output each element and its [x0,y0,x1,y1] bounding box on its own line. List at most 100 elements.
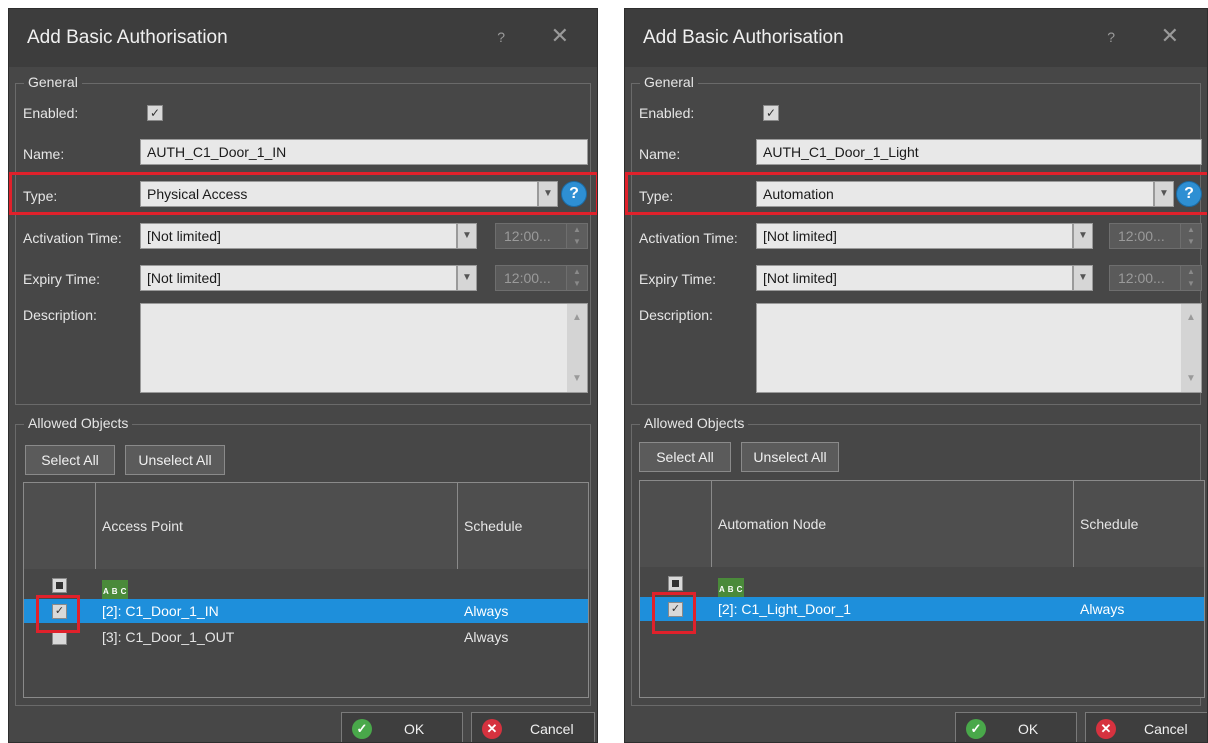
type-help-question-icon[interactable]: ? [561,181,587,207]
scroll-down-icon[interactable]: ▼ [1181,373,1201,384]
description-textarea[interactable]: ▲ ▼ [756,303,1202,393]
description-label: Description: [639,307,713,323]
allowed-objects-title: Allowed Objects [24,415,133,431]
row-checkbox[interactable]: ✓ [52,604,67,619]
ok-label: OK [1018,721,1039,737]
enabled-label: Enabled: [23,105,79,121]
name-field[interactable]: AUTH_C1_Door_1_IN [140,139,588,165]
cancel-button[interactable]: ✕ Cancel [471,712,595,742]
select-all-button[interactable]: Select All [25,445,115,475]
schedule-cell: Always [464,629,509,645]
ok-button[interactable]: ✓ OK [341,712,463,742]
type-select[interactable]: Automation [756,181,1154,207]
scroll-down-icon[interactable]: ▼ [567,373,587,384]
expiry-time-label: Expiry Time: [23,271,101,287]
filter-row: ABC [24,573,588,604]
select-all-checkbox[interactable] [52,578,67,593]
type-select[interactable]: Physical Access [140,181,538,207]
access-point-cell: [3]: C1_Door_1_OUT [102,629,235,645]
cancel-button[interactable]: ✕ Cancel [1085,712,1207,742]
type-label: Type: [639,188,674,204]
scroll-up-icon[interactable]: ▲ [1181,312,1201,323]
name-label: Name: [639,146,681,162]
schedule-cell: Always [1080,601,1125,617]
cross-icon: ✕ [1096,719,1116,739]
expiry-dropdown-arrow-icon[interactable]: ▼ [457,265,477,291]
access-point-column-header[interactable]: Access Point [96,483,458,569]
type-label: Type: [23,188,58,204]
title-bar: Add Basic Authorisation ? ✕ [625,9,1207,67]
table-row[interactable]: ✓ [2]: C1_Light_Door_1 Always [640,597,1204,621]
expiry-spinner-icon[interactable]: ▲ ▼ [1180,265,1202,291]
schedule-column-header[interactable]: Schedule [1074,481,1204,567]
allowed-objects-grid: Automation Node Schedule ABC ✓ [2]: C1_L… [639,480,1205,698]
description-scrollbar[interactable]: ▲ ▼ [1181,304,1201,392]
help-icon[interactable]: ? [497,29,505,45]
table-row[interactable]: [3]: C1_Door_1_OUT Always [24,625,588,649]
ok-button[interactable]: ✓ OK [955,712,1077,742]
general-group-title: General [24,74,82,90]
close-icon[interactable]: ✕ [1161,23,1179,49]
add-basic-authorisation-dialog-left: Add Basic Authorisation ? ✕ General Enab… [8,8,598,743]
cancel-label: Cancel [530,721,574,737]
cancel-label: Cancel [1144,721,1188,737]
activation-spinner-icon[interactable]: ▲ ▼ [566,223,588,249]
check-column-header[interactable] [640,481,712,567]
row-checkbox[interactable] [52,630,67,645]
activation-time-select[interactable]: [Not limited] [756,223,1073,249]
type-dropdown-arrow-icon[interactable]: ▼ [1154,181,1174,207]
scroll-up-icon[interactable]: ▲ [567,312,587,323]
enabled-checkbox[interactable]: ✓ [147,105,163,121]
type-dropdown-arrow-icon[interactable]: ▼ [538,181,558,207]
checkmark-icon: ✓ [352,719,372,739]
help-icon[interactable]: ? [1107,29,1115,45]
description-textarea[interactable]: ▲ ▼ [140,303,588,393]
activation-time-label: Activation Time: [23,230,122,246]
access-point-cell: [2]: C1_Door_1_IN [102,603,219,619]
schedule-column-header[interactable]: Schedule [458,483,588,569]
row-checkbox[interactable]: ✓ [668,602,683,617]
activation-time-input[interactable]: 12:00... [495,223,567,249]
table-row[interactable]: ✓ [2]: C1_Door_1_IN Always [24,599,588,623]
select-all-button[interactable]: Select All [639,442,731,472]
enabled-label: Enabled: [639,105,695,121]
unselect-all-button[interactable]: Unselect All [125,445,225,475]
enabled-checkbox[interactable]: ✓ [763,105,779,121]
automation-node-cell: [2]: C1_Light_Door_1 [718,601,852,617]
expiry-time-input[interactable]: 12:00... [495,265,567,291]
activation-time-input[interactable]: 12:00... [1109,223,1181,249]
cross-icon: ✕ [482,719,502,739]
allowed-objects-grid: Access Point Schedule ABC ✓ [2]: C1_Door… [23,482,589,698]
activation-dropdown-arrow-icon[interactable]: ▼ [1073,223,1093,249]
expiry-time-label: Expiry Time: [639,271,717,287]
select-all-checkbox[interactable] [668,576,683,591]
check-column-header[interactable] [24,483,96,569]
automation-node-column-header[interactable]: Automation Node [712,481,1074,567]
activation-dropdown-arrow-icon[interactable]: ▼ [457,223,477,249]
schedule-cell: Always [464,603,509,619]
checkmark-icon: ✓ [966,719,986,739]
add-basic-authorisation-dialog-right: Add Basic Authorisation ? ✕ General Enab… [624,8,1208,743]
expiry-time-input[interactable]: 12:00... [1109,265,1181,291]
close-icon[interactable]: ✕ [551,23,569,49]
title-bar: Add Basic Authorisation ? ✕ [9,9,597,67]
activation-time-select[interactable]: [Not limited] [140,223,457,249]
general-group-title: General [640,74,698,90]
name-field[interactable]: AUTH_C1_Door_1_Light [756,139,1202,165]
activation-spinner-icon[interactable]: ▲ ▼ [1180,223,1202,249]
dialog-title: Add Basic Authorisation [27,27,228,48]
description-scrollbar[interactable]: ▲ ▼ [567,304,587,392]
expiry-spinner-icon[interactable]: ▲ ▼ [566,265,588,291]
expiry-time-select[interactable]: [Not limited] [756,265,1073,291]
name-label: Name: [23,146,65,162]
description-label: Description: [23,307,97,323]
activation-time-label: Activation Time: [639,230,738,246]
expiry-dropdown-arrow-icon[interactable]: ▼ [1073,265,1093,291]
allowed-objects-title: Allowed Objects [640,415,749,431]
ok-label: OK [404,721,425,737]
expiry-time-select[interactable]: [Not limited] [140,265,457,291]
filter-row: ABC [640,571,1204,602]
unselect-all-button[interactable]: Unselect All [741,442,839,472]
dialog-title: Add Basic Authorisation [643,27,844,48]
type-help-question-icon[interactable]: ? [1176,181,1202,207]
